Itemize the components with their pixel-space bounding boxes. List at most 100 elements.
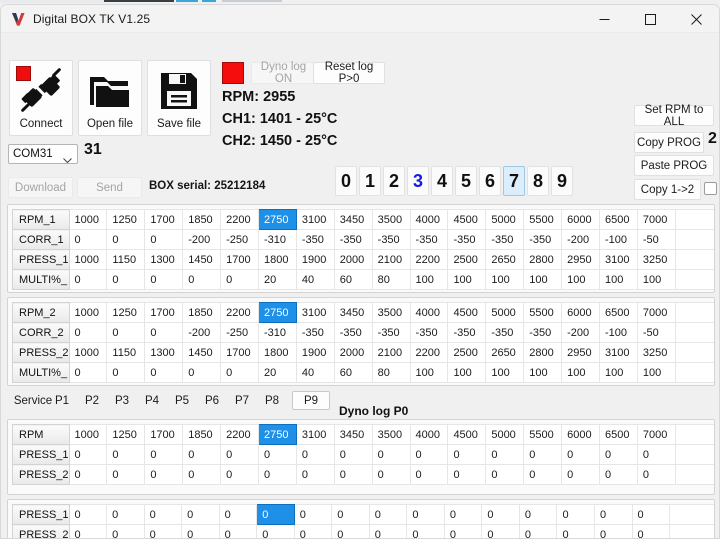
digit-button-3[interactable]: 3: [407, 166, 429, 196]
cell[interactable]: 6000: [561, 209, 600, 230]
cell[interactable]: 1000: [68, 209, 108, 230]
cell[interactable]: 2750: [257, 209, 297, 230]
cell[interactable]: 0: [256, 504, 295, 525]
cell[interactable]: 6500: [599, 424, 638, 445]
copy-1-to-2-checkbox[interactable]: [704, 182, 717, 195]
cell[interactable]: 3250: [636, 342, 676, 363]
digit-button-5[interactable]: 5: [455, 166, 477, 196]
cell[interactable]: 0: [333, 464, 373, 485]
cell[interactable]: 100: [447, 362, 487, 383]
cell[interactable]: 0: [518, 524, 558, 538]
cell[interactable]: 1700: [144, 424, 184, 445]
cell[interactable]: 20: [257, 362, 297, 383]
cell[interactable]: 5500: [523, 302, 563, 323]
cell[interactable]: 0: [256, 524, 295, 538]
cell[interactable]: 1900: [295, 249, 335, 270]
cell[interactable]: 2750: [257, 302, 297, 323]
cell[interactable]: 60: [333, 269, 373, 290]
cell[interactable]: 2650: [485, 249, 525, 270]
cell[interactable]: 0: [218, 524, 258, 538]
cell[interactable]: -350: [447, 322, 487, 343]
digit-button-1[interactable]: 1: [359, 166, 381, 196]
cell[interactable]: 0: [68, 524, 108, 538]
cell[interactable]: -250: [220, 229, 259, 250]
cell[interactable]: 1900: [295, 342, 335, 363]
service-tab-p3[interactable]: P3: [115, 391, 145, 410]
cell[interactable]: 1700: [144, 209, 184, 230]
cell[interactable]: -100: [599, 322, 638, 343]
service-tab-p1[interactable]: P1: [55, 391, 85, 410]
com-port-select[interactable]: COM31: [8, 144, 78, 164]
cell[interactable]: 3100: [599, 342, 638, 363]
cell[interactable]: 100: [599, 269, 638, 290]
service-tab-p2[interactable]: P2: [85, 391, 115, 410]
cell[interactable]: 7000: [636, 424, 676, 445]
service-tab-p5[interactable]: P5: [175, 391, 205, 410]
cell[interactable]: 1250: [106, 424, 146, 445]
dyno-log-pgt0-table[interactable]: PRESS_1 0 0 0 0 0 0 0 0 0 0 0 0 0 0 0 0 PRESS_2 0 0 0 0 0 0 0 0 0 0…: [12, 504, 714, 538]
cell[interactable]: 1000: [68, 424, 108, 445]
digit-button-6[interactable]: 6: [479, 166, 501, 196]
cell[interactable]: 100: [485, 269, 525, 290]
cell[interactable]: 2000: [333, 342, 373, 363]
cell[interactable]: 4500: [447, 302, 487, 323]
cell[interactable]: 3100: [295, 302, 335, 323]
cell[interactable]: 2650: [485, 342, 525, 363]
cell[interactable]: 0: [561, 444, 600, 465]
reset-log-button[interactable]: Reset log P>0: [313, 61, 385, 85]
cell[interactable]: 0: [443, 504, 483, 525]
cell[interactable]: 5000: [485, 424, 525, 445]
open-file-button[interactable]: Open file: [78, 60, 142, 136]
cell[interactable]: 0: [106, 229, 146, 250]
cell[interactable]: 1700: [144, 302, 184, 323]
cell[interactable]: 1150: [106, 342, 146, 363]
cell[interactable]: 0: [481, 524, 520, 538]
cell[interactable]: -200: [182, 322, 222, 343]
cell[interactable]: 2000: [333, 249, 373, 270]
cell[interactable]: 0: [371, 464, 411, 485]
cell[interactable]: 100: [447, 269, 487, 290]
cell[interactable]: 0: [144, 229, 184, 250]
cell[interactable]: 0: [409, 464, 449, 485]
cell[interactable]: 0: [106, 464, 146, 485]
cell[interactable]: 4500: [447, 209, 487, 230]
cell[interactable]: 60: [333, 362, 373, 383]
cell[interactable]: 0: [295, 444, 335, 465]
dyno-log-p0-table[interactable]: RPM 1000 1250 1700 1850 2200 2750 3100 3450 3500 4…: [12, 424, 714, 485]
cell[interactable]: 0: [331, 504, 370, 525]
cell[interactable]: 0: [443, 524, 483, 538]
cell[interactable]: 7000: [636, 302, 676, 323]
cell[interactable]: 1000: [68, 302, 108, 323]
cell[interactable]: 6000: [561, 424, 600, 445]
service-tab-p9[interactable]: P9: [292, 391, 330, 410]
cell[interactable]: 100: [523, 269, 563, 290]
cell[interactable]: 1150: [106, 249, 146, 270]
digit-button-7[interactable]: 7: [503, 166, 525, 196]
cell[interactable]: 0: [295, 464, 335, 485]
cell[interactable]: 0: [599, 444, 638, 465]
cell[interactable]: 40: [295, 269, 335, 290]
cell[interactable]: 1450: [182, 342, 222, 363]
cell[interactable]: 4000: [409, 424, 449, 445]
cell[interactable]: -310: [257, 229, 297, 250]
cell[interactable]: 1850: [182, 424, 222, 445]
cell[interactable]: 2100: [371, 342, 411, 363]
paste-prog-button[interactable]: Paste PROG: [634, 155, 714, 176]
minimize-button[interactable]: [581, 5, 627, 33]
cell[interactable]: 2200: [220, 209, 259, 230]
cell[interactable]: 3250: [636, 249, 676, 270]
cell[interactable]: 2950: [561, 342, 600, 363]
cell[interactable]: 1700: [220, 342, 259, 363]
cell[interactable]: 0: [220, 269, 259, 290]
cell[interactable]: 0: [561, 464, 600, 485]
cell[interactable]: 0: [485, 444, 525, 465]
dyno-log-on-button[interactable]: Dyno log ON: [251, 61, 316, 85]
cell[interactable]: 0: [144, 444, 184, 465]
send-button[interactable]: Send: [77, 177, 142, 198]
cell[interactable]: 100: [599, 362, 638, 383]
cell[interactable]: 5500: [523, 209, 563, 230]
cell[interactable]: 5500: [523, 424, 563, 445]
cell[interactable]: 3100: [295, 209, 335, 230]
cell[interactable]: -350: [295, 229, 335, 250]
cell[interactable]: 20: [257, 269, 297, 290]
